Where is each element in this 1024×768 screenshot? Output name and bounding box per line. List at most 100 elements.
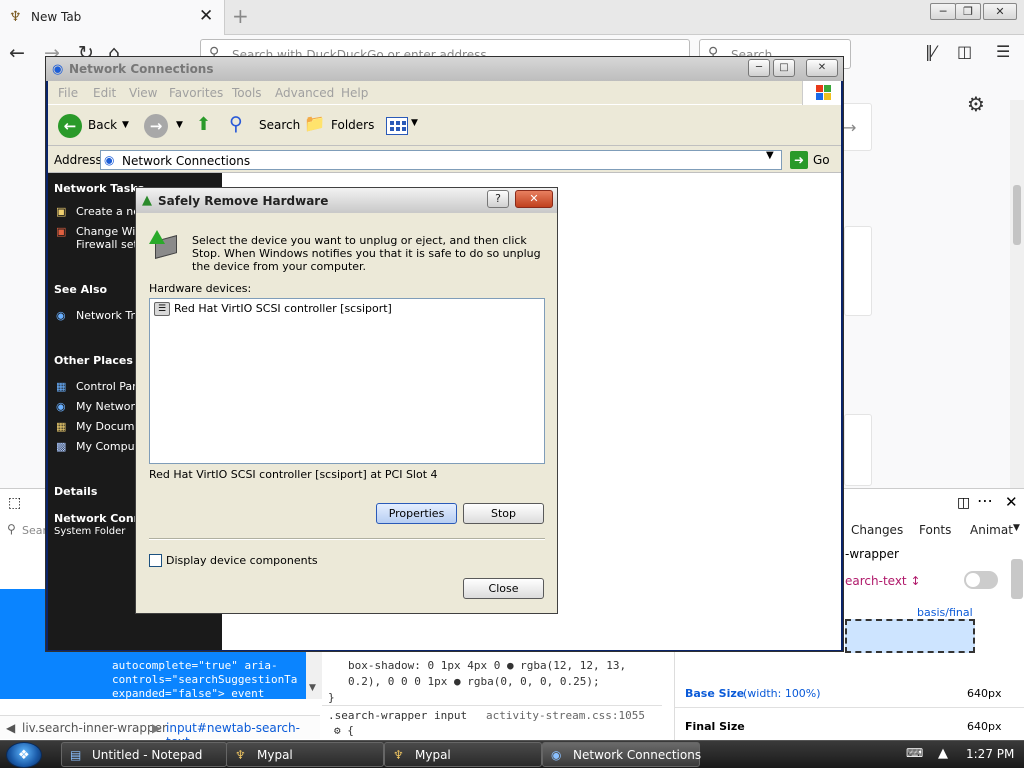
back-arrow-icon[interactable]: ← <box>9 42 25 64</box>
css-source-link[interactable]: activity-stream.css:1055 <box>486 709 645 722</box>
chevron-down-icon[interactable]: ▼ <box>176 120 183 130</box>
html-line: autocomplete="true" aria- <box>112 659 278 672</box>
maximize-button[interactable]: □ <box>773 59 795 77</box>
tab-fonts[interactable]: Fonts <box>919 523 951 537</box>
element-picker-icon[interactable]: ⬚ <box>8 495 21 511</box>
library-icon[interactable]: ‖⁄ <box>925 42 936 61</box>
documents-folder-icon: ▦ <box>56 420 67 433</box>
chevron-down-icon[interactable]: ▼ <box>122 120 129 130</box>
menu-file[interactable]: File <box>58 86 78 100</box>
css-selector[interactable]: .search-wrapper input <box>328 709 467 722</box>
window-title: Network Connections <box>69 62 214 76</box>
taskbar-item-mypal[interactable]: ♆ Mypal <box>384 742 542 767</box>
see-also-heading: See Also <box>54 283 108 296</box>
display-components-checkbox[interactable] <box>149 554 162 567</box>
go-button[interactable]: ➜ Go <box>788 150 838 170</box>
gear-icon[interactable]: ⚙ <box>967 92 985 116</box>
search-submit-button[interactable]: → <box>840 103 872 151</box>
back-button[interactable]: ← Back ▼ <box>58 113 129 139</box>
place-my-network[interactable]: ◉ My Network <box>56 400 141 413</box>
dialog-title: Safely Remove Hardware <box>158 194 329 208</box>
flex-outline <box>845 619 975 653</box>
search-button[interactable]: ⚲ Search <box>229 113 300 139</box>
list-item[interactable]: ☰ Red Hat VirtIO SCSI controller [scsipor… <box>154 302 392 316</box>
task-network-troubleshooter[interactable]: ◉ Network Tro <box>56 309 142 322</box>
forward-button[interactable]: → ▼ <box>144 113 188 139</box>
start-button[interactable]: ❖ <box>6 742 42 768</box>
folders-button[interactable]: 📁 Folders <box>304 113 374 139</box>
place-control-panel[interactable]: ▦ Control Pan <box>56 380 139 393</box>
chevron-down-icon[interactable]: ▼ <box>1013 523 1020 533</box>
window-titlebar[interactable]: ◉ Network Connections ─ □ ✕ <box>46 57 843 81</box>
details-heading: Details <box>54 485 98 498</box>
page-scrollbar[interactable] <box>1010 100 1024 488</box>
html-search-input[interactable]: Sear <box>22 524 47 537</box>
taskbar-item-network-connections[interactable]: ◉ Network Connections <box>542 742 701 767</box>
close-button[interactable]: ✕ <box>806 59 838 77</box>
close-button[interactable]: Close <box>463 578 544 599</box>
menu-advanced[interactable]: Advanced <box>275 86 334 100</box>
help-button[interactable]: ? <box>487 190 509 208</box>
toggle-knob <box>966 573 980 587</box>
address-dropdown-icon[interactable]: ▼ <box>766 150 774 161</box>
menu-bar: File Edit View Favorites Tools Advanced … <box>48 81 841 105</box>
final-size-label: Final Size <box>685 720 745 733</box>
sidebar-scrollbar[interactable] <box>1011 559 1023 599</box>
base-size-note: (width: 100%) <box>743 687 821 700</box>
taskbar-item-mypal[interactable]: ♆ Mypal <box>226 742 384 767</box>
close-window-button[interactable]: ✕ <box>983 3 1017 20</box>
hardware-eject-icon <box>149 230 181 260</box>
tab-new-tab[interactable]: ♆ New Tab ✕ <box>0 0 225 35</box>
views-button[interactable]: ▼ <box>386 115 420 137</box>
menu-view[interactable]: View <box>129 86 157 100</box>
scroll-down-icon[interactable]: ▼ <box>309 683 316 693</box>
divider <box>675 707 1024 708</box>
arrow-right-icon: → <box>843 118 857 137</box>
stop-button[interactable]: Stop <box>463 503 544 524</box>
minimize-button[interactable]: ─ <box>748 59 770 77</box>
tab-animations[interactable]: Animat <box>970 523 1013 537</box>
restore-button[interactable]: ❐ <box>955 3 981 20</box>
keyboard-tray-icon[interactable]: ⌨ <box>906 746 923 760</box>
minimize-button[interactable]: ─ <box>930 3 956 20</box>
breadcrumb-item[interactable]: liv.search-inner-wrapper <box>22 721 167 735</box>
task-change-firewall[interactable]: ▣ Change Win <box>56 225 142 238</box>
flex-item-selector[interactable]: earch-text ↕ <box>845 574 921 588</box>
more-icon[interactable]: ⋯ <box>977 491 993 510</box>
dialog-titlebar[interactable]: ▲ Safely Remove Hardware ? ✕ <box>136 188 557 213</box>
taskbar-item-notepad[interactable]: ▤ Untitled - Notepad <box>61 742 227 767</box>
menu-help[interactable]: Help <box>341 86 368 100</box>
address-input[interactable]: ◉ Network Connections <box>100 150 782 170</box>
menu-icon[interactable]: ☰ <box>996 42 1010 61</box>
topsite-tile[interactable] <box>844 414 872 486</box>
menu-tools[interactable]: Tools <box>232 86 262 100</box>
html-scrollbar[interactable]: ▼ <box>306 649 322 699</box>
menu-edit[interactable]: Edit <box>93 86 116 100</box>
highlight-toggle[interactable] <box>964 571 998 589</box>
close-icon[interactable]: ✕ <box>515 190 553 208</box>
forward-arrow-icon: → <box>144 114 168 138</box>
place-my-computer[interactable]: ▩ My Comput <box>56 440 139 453</box>
clock[interactable]: 1:27 PM <box>966 747 1014 761</box>
scrollbar-thumb[interactable] <box>1013 185 1021 245</box>
sidebar-icon[interactable]: ◫ <box>957 42 972 61</box>
place-my-documents[interactable]: ▦ My Docume <box>56 420 141 433</box>
close-icon[interactable]: ✕ <box>1005 493 1018 511</box>
safely-remove-tray-icon[interactable]: ▲ <box>938 746 948 761</box>
tab-changes[interactable]: Changes <box>851 523 903 537</box>
task-firewall-settings-line[interactable]: Firewall sett <box>56 238 142 251</box>
windows-logo-icon <box>802 81 841 105</box>
hardware-devices-list[interactable]: ☰ Red Hat VirtIO SCSI controller [scsipor… <box>149 298 545 464</box>
close-tab-icon[interactable]: ✕ <box>199 6 213 26</box>
instructions-text: Select the device you want to unplug or … <box>192 234 541 273</box>
breadcrumb-prev-icon[interactable]: ◀ <box>6 721 15 735</box>
up-folder-icon[interactable]: ⬆ <box>196 114 211 135</box>
new-tab-plus-icon[interactable]: + <box>232 4 249 28</box>
display-components-label[interactable]: Display device components <box>166 554 318 567</box>
properties-button[interactable]: Properties <box>376 503 457 524</box>
dock-icon[interactable]: ◫ <box>957 495 970 511</box>
topsite-tile[interactable] <box>844 226 872 316</box>
base-size-value: 640px <box>967 687 1002 700</box>
css-line: } <box>328 691 335 704</box>
menu-favorites[interactable]: Favorites <box>169 86 223 100</box>
